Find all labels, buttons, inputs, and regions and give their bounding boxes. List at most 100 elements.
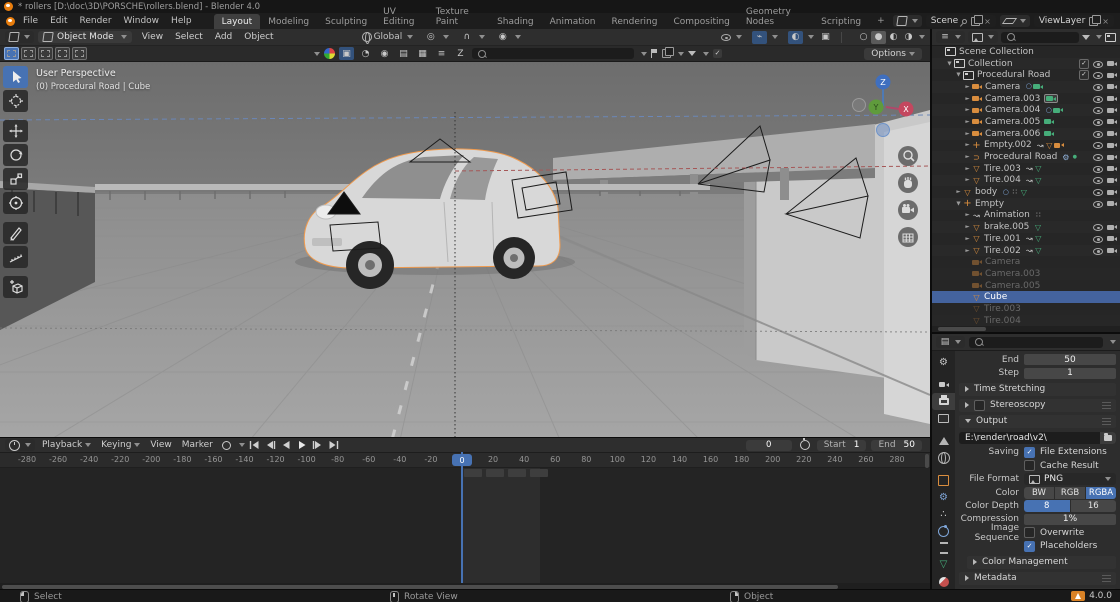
timeline-ruler[interactable]: 0 -280-260-240-220-200-180-160-140-120-1… — [0, 453, 930, 468]
workspace-tab-sculpting[interactable]: Sculpting — [317, 14, 375, 29]
nav-zoom-button[interactable] — [898, 146, 918, 166]
properties-tab-output[interactable] — [932, 393, 955, 410]
current-frame-badge[interactable]: 0 — [452, 454, 472, 466]
properties-tab-physics[interactable] — [932, 523, 955, 540]
eye-visibility-icon[interactable] — [1093, 118, 1103, 126]
nav-orthographic-grid-button[interactable] — [898, 227, 918, 247]
properties-options-icon[interactable] — [1110, 340, 1116, 344]
depth-option-8[interactable]: 8 — [1024, 500, 1071, 512]
color-option-rgba[interactable]: RGBA — [1086, 487, 1116, 499]
workspace-tab-shading[interactable]: Shading — [489, 14, 542, 29]
file-extensions-checkbox[interactable]: ✓ — [1024, 447, 1035, 458]
compression-slider[interactable]: 1% — [1024, 514, 1116, 525]
duplicate-viewlayer-icon[interactable] — [1089, 17, 1098, 26]
viewport-menu-view[interactable]: View — [136, 31, 169, 43]
addon-tool-icon-2[interactable]: ◉ — [377, 47, 392, 60]
disclosure-right-icon[interactable]: ► — [954, 189, 963, 195]
new-collection-button[interactable] — [1105, 33, 1116, 42]
show-gizmo-toggle[interactable]: ⌁ — [752, 31, 778, 44]
outliner-row-procedural-road[interactable]: ►⊃Procedural Road⚙● — [932, 151, 1120, 163]
addon-tool-icon-5[interactable]: ≡ — [434, 47, 449, 60]
bookmark-icon[interactable] — [651, 49, 658, 58]
outliner-row-tire-003[interactable]: ►▽Tire.003↝▽ — [932, 163, 1120, 175]
outliner-row-camera[interactable]: ►Camera○ — [932, 81, 1120, 93]
eye-visibility-icon[interactable] — [1093, 235, 1103, 243]
options-button[interactable]: Options — [864, 48, 922, 60]
eye-visibility-icon[interactable] — [1093, 83, 1103, 91]
tool-cursor[interactable] — [3, 90, 28, 112]
outliner-id-type-button[interactable] — [968, 31, 998, 43]
check-shield-icon[interactable]: ✓ — [713, 49, 722, 58]
timeline-menu-playback[interactable]: Playback — [37, 439, 96, 451]
workspace-tab-scripting[interactable]: Scripting — [813, 14, 869, 29]
disclosure-right-icon[interactable]: ► — [963, 119, 972, 125]
outliner-row-animation[interactable]: ►↝Animation∷ — [932, 210, 1120, 222]
outliner-row-tire-001[interactable]: ►▽Tire.001↝▽ — [932, 233, 1120, 245]
outliner-row-brake-005[interactable]: ►▽brake.005▽ — [932, 221, 1120, 233]
mode-selector[interactable]: Object Mode — [38, 31, 132, 43]
next-keyframe-button[interactable] — [312, 440, 325, 451]
file-format-dropdown[interactable]: PNG — [1024, 473, 1116, 485]
panel-time-stretching[interactable]: Time Stretching — [959, 383, 1116, 396]
properties-tab-data[interactable]: ▽ — [932, 556, 955, 573]
tool-rotate[interactable] — [3, 144, 28, 166]
outliner-row-tire-002[interactable]: ►▽Tire.002↝▽ — [932, 245, 1120, 257]
eye-visibility-icon[interactable] — [1093, 141, 1103, 149]
placeholders-checkbox[interactable]: ✓ — [1024, 541, 1035, 552]
outliner-row-camera-004[interactable]: ►Camera.004○ — [932, 104, 1120, 116]
copy-settings-icon[interactable] — [662, 49, 671, 58]
tool-measure[interactable] — [3, 246, 28, 268]
disclosure-down-icon[interactable]: ▼ — [945, 61, 954, 67]
auto-keying-toggle[interactable] — [220, 440, 233, 451]
warning-icon[interactable] — [1071, 591, 1085, 601]
outliner-row-camera-006[interactable]: ►Camera.006 — [932, 128, 1120, 140]
workspace-tab-animation[interactable]: Animation — [542, 14, 604, 29]
disclosure-right-icon[interactable]: ► — [963, 166, 972, 172]
outliner-display-mode-button[interactable]: ≡ — [936, 31, 965, 43]
eye-visibility-icon[interactable] — [1093, 95, 1103, 103]
outliner-row-camera-003[interactable]: Camera.003 — [932, 268, 1120, 280]
collection-checkbox[interactable]: ✓ — [1079, 70, 1089, 80]
color-option-rgb[interactable]: RGB — [1055, 487, 1086, 499]
properties-tab-view-layer[interactable] — [932, 410, 955, 427]
addon-tool-icon-6[interactable]: Z — [453, 47, 468, 60]
close-icon[interactable]: × — [1102, 17, 1109, 26]
snap-toggle[interactable]: ∩ — [459, 31, 485, 44]
viewport-menu-select[interactable]: Select — [169, 31, 209, 43]
workspace-tab-texture-paint[interactable]: Texture Paint — [428, 4, 489, 29]
keyframe-block[interactable] — [464, 469, 482, 477]
properties-tab-render[interactable] — [932, 376, 955, 393]
duplicate-scene-icon[interactable] — [971, 17, 980, 26]
tool-move[interactable] — [3, 120, 28, 142]
previous-keyframe-button[interactable] — [264, 440, 277, 451]
jump-to-end-button[interactable] — [328, 440, 341, 451]
scene-browse-button[interactable] — [893, 15, 922, 27]
keyframe-block[interactable] — [508, 469, 526, 477]
viewlayer-selector[interactable]: ViewLayer × — [1034, 15, 1114, 27]
disclosure-right-icon[interactable]: ► — [963, 212, 972, 218]
transform-orientation[interactable]: Global — [362, 32, 414, 42]
tool-annotate[interactable] — [3, 222, 28, 244]
tool-add-cube[interactable] — [3, 276, 28, 298]
select-mode-intersect[interactable] — [72, 47, 87, 60]
outliner-row-camera[interactable]: Camera — [932, 256, 1120, 268]
disclosure-right-icon[interactable]: ► — [963, 142, 972, 148]
filter-funnel-icon[interactable] — [688, 51, 696, 56]
tool-transform[interactable] — [3, 192, 28, 214]
workspace-tab-layout[interactable]: Layout — [214, 14, 261, 29]
disclosure-right-icon[interactable]: ► — [963, 236, 972, 242]
outliner-row-scene-collection[interactable]: Scene Collection — [932, 46, 1120, 58]
menu-render[interactable]: Render — [74, 14, 118, 28]
nav-camera-view-button[interactable] — [898, 200, 918, 220]
outliner-search-input[interactable] — [1001, 32, 1079, 43]
outliner-row-tire-004[interactable]: ►▽Tire.004↝▽ — [932, 175, 1120, 187]
viewlayer-browse-button[interactable] — [1000, 15, 1030, 27]
outliner-row-procedural-road[interactable]: ▼Procedural Road✓ — [932, 69, 1120, 81]
shading-material-icon[interactable]: ◐ — [886, 31, 901, 44]
disclosure-down-icon[interactable]: ▼ — [954, 201, 963, 207]
play-reverse-button[interactable] — [280, 440, 293, 451]
outliner-row-empty-002[interactable]: ►+Empty.002↝▽ — [932, 140, 1120, 152]
properties-tab-material[interactable] — [932, 573, 955, 590]
addon-tool-icon-1[interactable]: ◔ — [358, 47, 373, 60]
workspace-tab-modeling[interactable]: Modeling — [260, 14, 317, 29]
